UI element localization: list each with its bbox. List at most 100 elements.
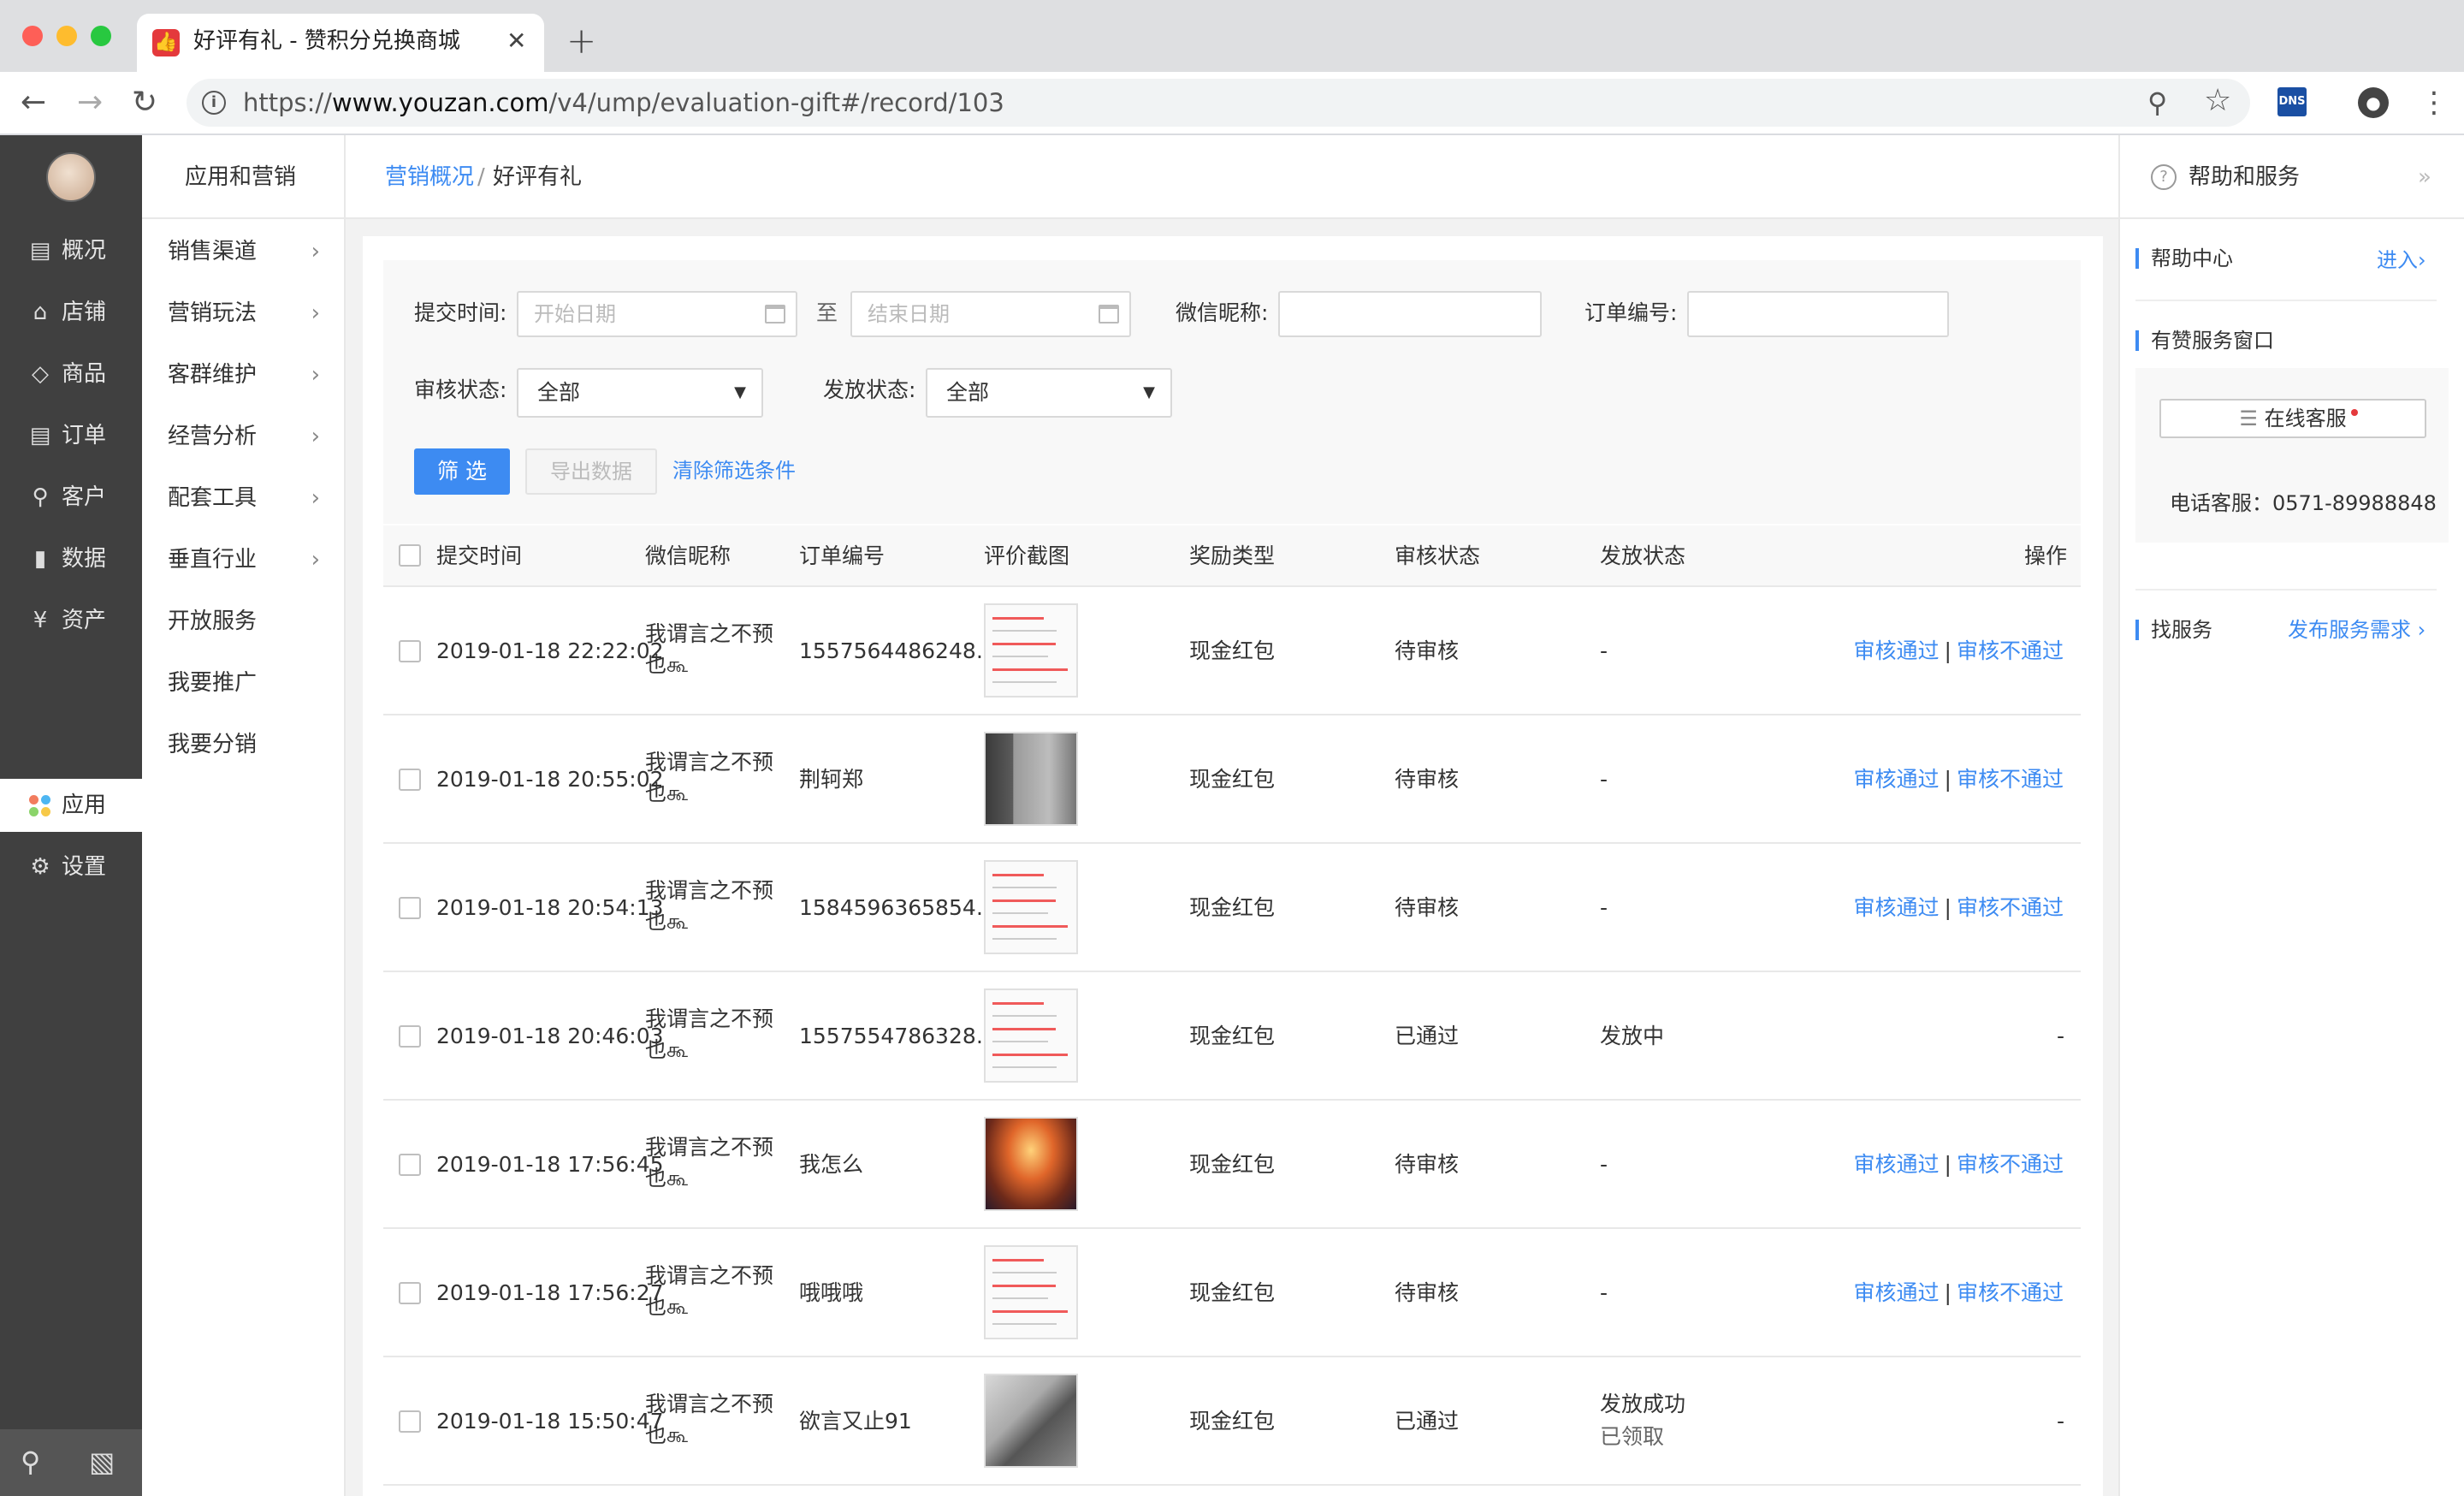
sidebar-item-apps[interactable]: 应用	[0, 779, 142, 832]
sidebar-item-customers[interactable]: ⚲ 客户	[0, 471, 142, 524]
reward-type: 现金红包	[1189, 1280, 1276, 1305]
subnav-item-analysis[interactable]: 经营分析 ›	[142, 406, 344, 467]
monitor-pulse-icon[interactable]: ▧	[89, 1443, 115, 1481]
review-screenshot-thumbnail[interactable]	[984, 603, 1078, 698]
sidebar-item-orders[interactable]: ▤ 订单	[0, 409, 142, 462]
row-checkbox[interactable]	[399, 1410, 421, 1433]
review-screenshot-thumbnail[interactable]	[984, 860, 1078, 954]
subnav-item-open-service[interactable]: 开放服务	[142, 591, 344, 652]
reject-link[interactable]: 审核不通过	[1957, 1280, 2064, 1305]
subnav-item-tools[interactable]: 配套工具 ›	[142, 467, 344, 529]
reject-link[interactable]: 审核不通过	[1957, 638, 2064, 663]
shop-avatar[interactable]	[46, 152, 96, 202]
wechat-nick: 我谓言之不预也கூ	[645, 621, 774, 677]
row-checkbox[interactable]	[399, 769, 421, 791]
breadcrumb-parent-link[interactable]: 营销概况	[385, 161, 474, 193]
header-review-screenshot: 评价截图	[984, 543, 1070, 568]
reject-link[interactable]: 审核不通过	[1957, 1152, 2064, 1177]
sidebar-item-data[interactable]: ▮ 数据	[0, 532, 142, 585]
issue-status-select[interactable]: 全部 ▼	[926, 368, 1172, 418]
end-date-input[interactable]: 结束日期	[850, 291, 1131, 337]
tab-close-icon[interactable]: ✕	[506, 26, 526, 56]
wechat-nick: 我谓言之不预也கூ	[645, 1135, 774, 1190]
approve-link[interactable]: 审核通过	[1854, 1152, 1940, 1177]
calendar-icon	[765, 305, 785, 324]
approve-link[interactable]: 审核通过	[1854, 1280, 1940, 1305]
url-text[interactable]: https://www.youzan.com/v4/ump/evaluation…	[243, 86, 1004, 120]
secondary-nav-title: 应用和营销	[142, 135, 346, 219]
clear-filters-link[interactable]: 清除筛选条件	[672, 454, 796, 488]
sidebar-item-assets[interactable]: ¥ 资产	[0, 594, 142, 647]
publish-service-link[interactable]: 发布服务需求 ›	[2288, 614, 2426, 645]
submit-time: 2019-01-18 17:56:45	[436, 1152, 664, 1177]
row-checkbox[interactable]	[399, 1282, 421, 1304]
apps-icon	[29, 795, 51, 817]
search-icon[interactable]: ⚲	[21, 1443, 40, 1481]
thumbs-up-favicon-icon: 👍	[152, 29, 180, 56]
approve-link[interactable]: 审核通过	[1854, 767, 1940, 792]
header-submit-time: 提交时间	[436, 543, 523, 568]
chevron-right-icon: ›	[311, 300, 320, 326]
row-checkbox[interactable]	[399, 640, 421, 662]
row-actions: 审核通过 | 审核不通过	[1854, 636, 2064, 667]
sidebar-item-settings[interactable]: ⚙ 设置	[0, 840, 142, 893]
subnav-item-distribute[interactable]: 我要分销	[142, 714, 344, 775]
review-screenshot-thumbnail[interactable]	[984, 1117, 1078, 1211]
window-minimize-button[interactable]	[56, 26, 77, 46]
review-screenshot-thumbnail[interactable]	[984, 988, 1078, 1083]
window-maximize-button[interactable]	[91, 26, 111, 46]
order-number: 欲言又止91	[799, 1409, 912, 1434]
issue-status: 发放中	[1600, 1024, 1665, 1048]
info-icon[interactable]: i	[202, 91, 226, 115]
review-screenshot-thumbnail[interactable]	[984, 732, 1078, 826]
sidebar-item-label: 应用	[62, 793, 107, 818]
notification-dot	[2351, 409, 2358, 416]
collapse-double-chevron-icon[interactable]: »	[2418, 161, 2431, 193]
review-status-value: 全部	[537, 380, 581, 405]
subnav-item-marketing[interactable]: 营销玩法 ›	[142, 282, 344, 344]
reload-icon[interactable]: ↻	[132, 82, 157, 123]
wechat-nick: 我谓言之不预也கூ	[645, 878, 774, 934]
approve-link[interactable]: 审核通过	[1854, 895, 1940, 920]
subnav-item-vertical[interactable]: 垂直行业 ›	[142, 529, 344, 591]
wechat-nick-input[interactable]	[1278, 291, 1542, 337]
reject-link[interactable]: 审核不通过	[1957, 895, 2064, 920]
sidebar-item-store[interactable]: ⌂ 店铺	[0, 286, 142, 339]
help-center-title: 帮助中心	[2151, 246, 2233, 270]
chevron-right-icon: ›	[311, 239, 320, 264]
reject-link[interactable]: 审核不通过	[1957, 767, 2064, 792]
browser-menu-icon[interactable]: ⋮	[2420, 82, 2449, 123]
select-all-checkbox[interactable]	[399, 544, 421, 567]
online-service-button[interactable]: ☰ 在线客服	[2159, 399, 2426, 438]
row-checkbox[interactable]	[399, 897, 421, 919]
sidebar-item-goods[interactable]: ◇ 商品	[0, 347, 142, 401]
profile-avatar-icon[interactable]: ●	[2358, 87, 2389, 118]
row-checkbox[interactable]	[399, 1025, 421, 1048]
bookmark-star-icon[interactable]: ☆	[2204, 84, 2231, 118]
new-tab-plus-icon[interactable]: +	[566, 21, 596, 62]
sidebar-item-overview[interactable]: ▤ 概况	[0, 224, 142, 277]
forward-arrow-icon[interactable]: →	[77, 82, 103, 123]
zoom-out-icon[interactable]: ⚲	[2147, 87, 2167, 118]
dns-extension-icon[interactable]: DNS	[2277, 87, 2307, 116]
export-data-button[interactable]: 导出数据	[525, 448, 657, 495]
review-screenshot-thumbnail[interactable]	[984, 1245, 1078, 1339]
subnav-item-label: 客群维护	[168, 362, 258, 388]
filter-button[interactable]: 筛 选	[414, 448, 510, 495]
row-checkbox[interactable]	[399, 1154, 421, 1176]
subnav-item-customer-care[interactable]: 客群维护 ›	[142, 344, 344, 406]
submit-time: 2019-01-18 20:54:13	[436, 895, 664, 920]
window-close-button[interactable]	[22, 26, 43, 46]
order-icon: ▤	[29, 423, 51, 448]
start-date-input[interactable]: 开始日期	[517, 291, 797, 337]
approve-link[interactable]: 审核通过	[1854, 638, 1940, 663]
order-number-input[interactable]	[1687, 291, 1949, 337]
calendar-icon	[1099, 305, 1119, 324]
review-screenshot-thumbnail[interactable]	[984, 1374, 1078, 1468]
help-center-enter-link[interactable]: 进入›	[2377, 245, 2426, 276]
subnav-item-sales-channel[interactable]: 销售渠道 ›	[142, 221, 344, 282]
subnav-item-promote[interactable]: 我要推广	[142, 652, 344, 714]
review-status-select[interactable]: 全部 ▼	[517, 368, 763, 418]
issue-status-label: 发放状态:	[823, 377, 916, 402]
back-arrow-icon[interactable]: ←	[21, 82, 46, 123]
